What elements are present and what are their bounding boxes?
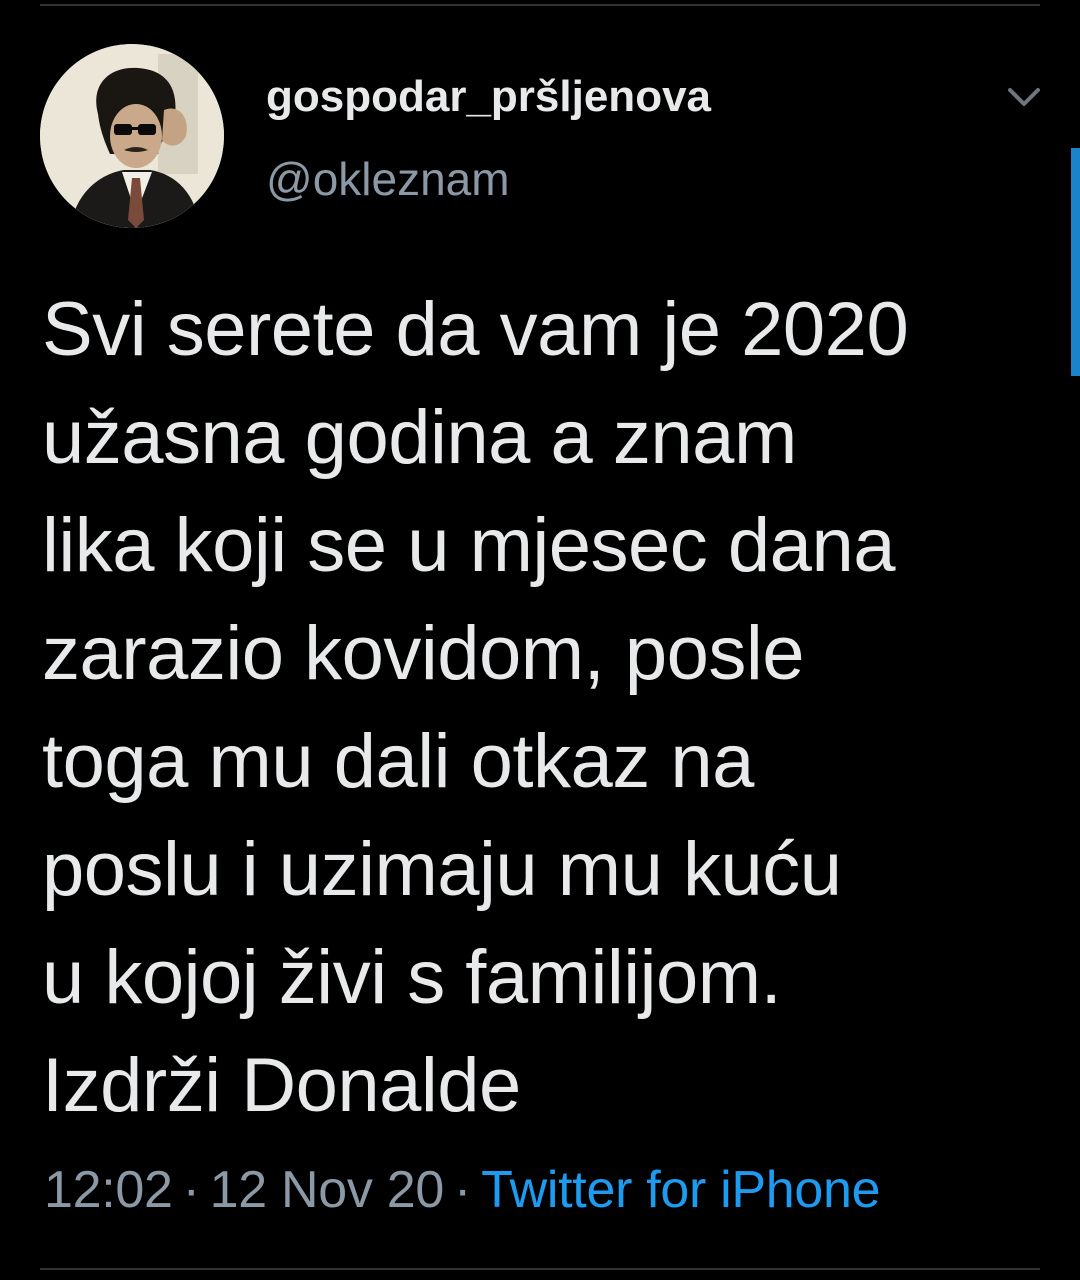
top-divider bbox=[40, 4, 1040, 6]
chevron-down-icon[interactable] bbox=[1002, 78, 1046, 118]
tweet-text-line: poslu i uzimaju mu kuću bbox=[42, 827, 842, 912]
meta-separator: · bbox=[454, 1161, 472, 1219]
avatar[interactable] bbox=[40, 44, 224, 228]
tweet-text-line: zarazio kovidom, posle bbox=[42, 611, 805, 696]
avatar-image bbox=[40, 44, 224, 228]
tweet-text-line: Izdrži Donalde bbox=[42, 1043, 521, 1128]
tweet-text: Svi serete da vam je 2020 užasna godina … bbox=[42, 276, 1032, 1140]
tweet-text-line: u kojoj živi s familijom. bbox=[42, 935, 782, 1020]
tweet-text-line: užasna godina a znam bbox=[42, 395, 797, 480]
tweet-meta: 12:02 · 12 Nov 20 · Twitter for iPhone bbox=[44, 1160, 881, 1220]
tweet-text-line: Svi serete da vam je 2020 bbox=[42, 287, 909, 372]
tweet-date[interactable]: 12 Nov 20 bbox=[210, 1161, 445, 1219]
tweet-source-link[interactable]: Twitter for iPhone bbox=[481, 1161, 881, 1219]
tweet-time[interactable]: 12:02 bbox=[44, 1161, 173, 1219]
user-handle[interactable]: @okleznam bbox=[266, 152, 510, 206]
scroll-indicator bbox=[1071, 148, 1080, 376]
bottom-divider bbox=[40, 1268, 1040, 1270]
meta-separator: · bbox=[182, 1161, 200, 1219]
display-name[interactable]: gospodar_pršljenova bbox=[266, 72, 711, 122]
tweet-text-line: toga mu dali otkaz na bbox=[42, 719, 754, 804]
tweet-text-line: lika koji se u mjesec dana bbox=[42, 503, 895, 588]
